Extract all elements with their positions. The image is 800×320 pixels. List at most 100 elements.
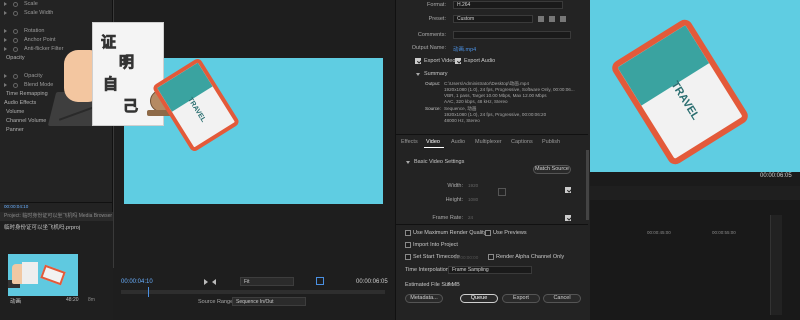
stopwatch-icon[interactable] xyxy=(13,2,18,7)
source-range-label: Source Range: xyxy=(198,299,235,305)
paper-char: 明 xyxy=(119,53,135,72)
preview-playhead[interactable] xyxy=(148,287,149,297)
expand-icon[interactable] xyxy=(4,38,7,42)
basic-video-collapse-icon[interactable] xyxy=(406,161,410,164)
basic-video-heading: Basic Video Settings xyxy=(414,159,465,165)
project-item-name[interactable]: 动画 xyxy=(10,297,21,305)
tab-multiplexer[interactable]: Multiplexer xyxy=(475,139,502,145)
width-label: Width: xyxy=(447,183,463,189)
effect-section-label: Time Remapping xyxy=(6,91,48,97)
tab-effects[interactable]: Effects xyxy=(401,139,418,145)
step-forward-icon[interactable] xyxy=(212,279,216,285)
stopwatch-icon[interactable] xyxy=(13,74,18,79)
cancel-button[interactable]: Cancel xyxy=(543,294,581,303)
settings-scrollbar[interactable] xyxy=(586,150,589,220)
import-into-project-checkbox[interactable] xyxy=(405,242,411,248)
match-source-button[interactable]: Match Source xyxy=(533,165,571,174)
start-timecode-value[interactable]: 00:00:00:00 xyxy=(454,255,478,260)
ticket-text: TRAVEL xyxy=(186,96,207,124)
tab-video-underline xyxy=(424,147,444,148)
expand-icon[interactable] xyxy=(4,2,7,6)
comments-label: Comments: xyxy=(417,32,446,38)
paper-char: 证 xyxy=(101,33,117,52)
export-audio-checkbox[interactable] xyxy=(455,58,461,64)
tab-audio[interactable]: Audio xyxy=(451,139,465,145)
output-summary-label: Output: xyxy=(425,81,441,86)
stopwatch-icon[interactable] xyxy=(13,47,18,52)
preset-select[interactable]: Custom xyxy=(453,15,533,23)
preview-scrub-bar[interactable] xyxy=(121,290,385,294)
project-file-name: 临时身份证可以坐飞机吗.prproj xyxy=(4,225,81,231)
effect-property-label: Scale xyxy=(24,1,38,7)
step-back-icon[interactable] xyxy=(204,279,208,285)
metadata-button[interactable]: Metadata... xyxy=(405,294,443,303)
summary-collapse-icon[interactable] xyxy=(416,73,420,76)
effect-row[interactable]: Scale xyxy=(0,0,113,9)
source-range-select[interactable]: Sequence In/Out xyxy=(232,297,306,306)
stopwatch-icon[interactable] xyxy=(13,83,18,88)
import-preset-icon[interactable] xyxy=(549,16,555,22)
set-start-timecode-checkbox[interactable] xyxy=(405,254,411,260)
effect-row[interactable]: Panner xyxy=(0,126,113,135)
time-interpolation-select[interactable]: Frame Sampling xyxy=(448,266,532,274)
summary-heading: Summary xyxy=(424,71,448,77)
panel-divider xyxy=(0,202,113,203)
frame-rate-value[interactable]: 24 xyxy=(468,215,473,220)
width-value[interactable]: 1920 xyxy=(468,183,478,188)
use-previews-label: Use Previews xyxy=(493,230,527,236)
save-preset-icon[interactable] xyxy=(538,16,544,22)
source-summary-label: Source: xyxy=(425,106,441,111)
expand-icon[interactable] xyxy=(4,47,7,51)
thumb-ticket xyxy=(40,264,66,286)
expand-icon[interactable] xyxy=(4,29,7,33)
program-monitor-timecode: 00:00:06:05 xyxy=(760,173,792,179)
project-item-thumbnail[interactable] xyxy=(8,254,78,296)
queue-button[interactable]: Queue xyxy=(460,294,498,303)
output-summary-line: VBR, 1 pass, Target 10.00 Mbps, Max 12.0… xyxy=(444,93,547,98)
frame-rate-match-checkbox[interactable] xyxy=(565,215,571,221)
height-value[interactable]: 1080 xyxy=(468,197,478,202)
format-select[interactable]: H.264 xyxy=(453,1,563,9)
timeline-ruler-label: 00:00:45:00 xyxy=(647,230,671,235)
expand-icon[interactable] xyxy=(4,74,7,78)
expand-icon[interactable] xyxy=(4,83,7,87)
source-summary-line: 1920x1080 (1.0), 24 fps, Progressive, 00… xyxy=(444,112,547,117)
project-panel-tabs[interactable]: Project: 临时身份证可以坐飞机吗 Media Browser Libra… xyxy=(0,212,113,221)
width-match-checkbox[interactable] xyxy=(565,187,571,193)
output-name-label: Output Name: xyxy=(411,45,446,51)
use-previews-checkbox[interactable] xyxy=(485,230,491,236)
effect-property-label: Blend Mode xyxy=(24,82,54,88)
tab-captions[interactable]: Captions xyxy=(511,139,533,145)
project-item-badge: 8m xyxy=(88,297,95,303)
aspect-toggle-icon[interactable] xyxy=(316,277,324,285)
source-summary-line: 48000 Hz, Stereo xyxy=(444,118,480,123)
thumb-card xyxy=(22,262,38,284)
effect-property-label: Rotation xyxy=(24,28,45,34)
format-label: Format: xyxy=(427,2,446,8)
effect-property-label: Anti-flicker Filter xyxy=(24,46,64,52)
audio-meter xyxy=(770,215,782,315)
effect-row[interactable]: Scale Width xyxy=(0,9,113,18)
delete-preset-icon[interactable] xyxy=(560,16,566,22)
options-divider xyxy=(396,224,588,225)
export-button[interactable]: Export xyxy=(502,294,540,303)
comments-input[interactable] xyxy=(453,31,571,39)
effect-section-label: Channel Volume xyxy=(6,118,47,124)
stopwatch-icon[interactable] xyxy=(13,38,18,43)
stopwatch-icon[interactable] xyxy=(13,11,18,16)
zoom-fit-select[interactable]: Fit xyxy=(240,277,294,286)
link-dimensions-icon[interactable] xyxy=(498,188,506,196)
tab-publish[interactable]: Publish xyxy=(542,139,560,145)
effect-property-label: Scale Width xyxy=(24,10,54,16)
effect-controls-timecode[interactable]: 00:00:04:10 xyxy=(4,204,28,209)
effect-property-label: Anchor Point xyxy=(24,37,56,43)
output-name-link[interactable]: 动画.mp4 xyxy=(453,45,476,53)
preset-label: Preset: xyxy=(428,16,446,22)
preview-current-timecode[interactable]: 00:00:04:10 xyxy=(121,279,153,285)
expand-icon[interactable] xyxy=(4,11,7,15)
stopwatch-icon[interactable] xyxy=(13,29,18,34)
export-video-checkbox[interactable] xyxy=(415,58,421,64)
max-render-quality-checkbox[interactable] xyxy=(405,230,411,236)
render-alpha-checkbox[interactable] xyxy=(488,254,494,260)
tab-video[interactable]: Video xyxy=(426,139,440,145)
